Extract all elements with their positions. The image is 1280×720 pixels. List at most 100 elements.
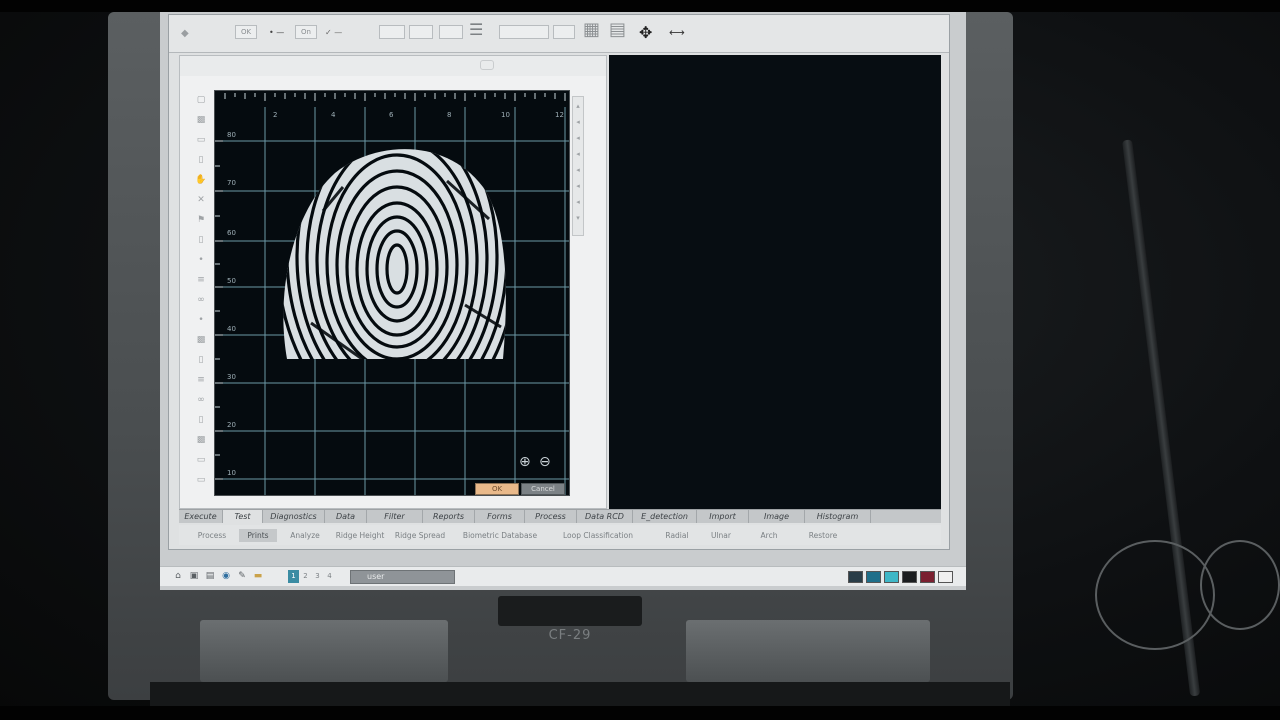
- side-tool-5-icon[interactable]: ◂: [574, 181, 582, 191]
- tray-network-icon[interactable]: [848, 571, 863, 583]
- tray-blank-icon[interactable]: [938, 571, 953, 583]
- tab-data-rcd[interactable]: Data RCD: [577, 510, 633, 523]
- tool-dot2-icon[interactable]: •: [194, 314, 208, 326]
- tool-page2-icon[interactable]: ▯: [194, 154, 208, 166]
- toolbar-field-4[interactable]: [553, 25, 575, 39]
- start-menu-icon[interactable]: ⌂: [172, 570, 184, 583]
- toolbar-field-2[interactable]: [409, 25, 433, 39]
- editor-icon[interactable]: ✎: [236, 570, 248, 583]
- subtab-analyze[interactable]: Analyze: [283, 529, 327, 542]
- tool-page5-icon[interactable]: ▯: [194, 414, 208, 426]
- zoom-out-icon[interactable]: ⊖: [539, 455, 551, 469]
- tool-page3-icon[interactable]: ▯: [194, 234, 208, 246]
- wizard-grid-icon[interactable]: ▦: [583, 21, 600, 39]
- tab-process[interactable]: Process: [525, 510, 577, 523]
- tool-page4-icon[interactable]: ▯: [194, 354, 208, 366]
- tool-hatch2-icon[interactable]: ▩: [194, 334, 208, 346]
- viewer-cancel-button[interactable]: Cancel: [521, 483, 565, 495]
- tool-page-icon[interactable]: ▭: [194, 134, 208, 146]
- subtab-prints[interactable]: Prints: [239, 529, 277, 542]
- tab-execute[interactable]: Execute: [179, 510, 223, 523]
- main-toolbar: ◆ OK • — On ✓ — ☰ ▦ ▤ ✥ ⟷: [169, 15, 949, 53]
- side-tool-2-icon[interactable]: ◂: [574, 133, 582, 143]
- tab-reports[interactable]: Reports: [423, 510, 475, 523]
- tool-flag-icon[interactable]: ⚑: [194, 214, 208, 226]
- tab-filter[interactable]: Filter: [367, 510, 423, 523]
- side-tool-3-icon[interactable]: ◂: [574, 149, 582, 159]
- desktop-pager-1[interactable]: 1: [288, 570, 299, 583]
- tool-page7-icon[interactable]: ▭: [194, 474, 208, 486]
- viewer-ok-button[interactable]: OK: [475, 483, 519, 495]
- list-icon[interactable]: ☰: [469, 22, 483, 38]
- hinge-notch: [498, 596, 642, 626]
- measure-icon[interactable]: ⟷: [669, 26, 685, 40]
- browser-icon[interactable]: ◉: [220, 570, 232, 583]
- user-task-button[interactable]: user: [350, 570, 455, 584]
- subtab-biometric-database[interactable]: Biometric Database: [457, 529, 543, 542]
- left-hinge: [200, 620, 448, 682]
- tool-hatch-icon[interactable]: ▩: [194, 114, 208, 126]
- toolbar-field-1[interactable]: [379, 25, 405, 39]
- folder-icon[interactable]: ▬: [252, 570, 264, 583]
- ruler-top: [215, 91, 569, 107]
- zoom-in-icon[interactable]: ⊕: [519, 455, 531, 469]
- grid-icon[interactable]: ▤: [609, 21, 626, 39]
- subtab-ulnar[interactable]: Ulnar: [701, 529, 741, 542]
- subtab-ridge-height[interactable]: Ridge Height: [331, 529, 389, 542]
- tool-bars2-icon[interactable]: ≡: [194, 374, 208, 386]
- tool-select-icon[interactable]: ▢: [194, 94, 208, 106]
- tab-test[interactable]: Test: [223, 510, 263, 523]
- move-arrows-icon[interactable]: ✥: [639, 25, 652, 41]
- desktop-pager-4[interactable]: 4: [324, 570, 335, 583]
- toolbar-ok-button[interactable]: OK: [235, 25, 257, 39]
- tool-page6-icon[interactable]: ▭: [194, 454, 208, 466]
- point-icon[interactable]: • —: [269, 26, 284, 40]
- panel-grip-handle[interactable]: [480, 60, 494, 70]
- tray-display-icon[interactable]: [884, 571, 899, 583]
- tab-data[interactable]: Data: [325, 510, 367, 523]
- wizard-icon[interactable]: ◆: [181, 27, 189, 41]
- comparison-pane[interactable]: [609, 55, 941, 511]
- subtab-ridge-spread[interactable]: Ridge Spread: [391, 529, 449, 542]
- scroll-down-icon[interactable]: ▾: [574, 213, 582, 223]
- tab-import[interactable]: Import: [697, 510, 749, 523]
- monitor-icon[interactable]: ▤: [204, 570, 216, 583]
- side-tool-4-icon[interactable]: ◂: [574, 165, 582, 175]
- tool-hatch3-icon[interactable]: ▩: [194, 434, 208, 446]
- subtab-radial[interactable]: Radial: [657, 529, 697, 542]
- tool-link2-icon[interactable]: ∞: [194, 394, 208, 406]
- tool-hand-icon[interactable]: ✋: [194, 174, 208, 186]
- tab-image[interactable]: Image: [749, 510, 805, 523]
- tool-bars-icon[interactable]: ≡: [194, 274, 208, 286]
- tool-cross-icon[interactable]: ✕: [194, 194, 208, 206]
- tray-app-icon[interactable]: [902, 571, 917, 583]
- tab-diagnostics[interactable]: Diagnostics: [263, 510, 325, 523]
- scroll-up-icon[interactable]: ▴: [574, 101, 582, 111]
- tray-monitor-icon[interactable]: [866, 571, 881, 583]
- tray-alert-icon[interactable]: [920, 571, 935, 583]
- subtab-loop-classification[interactable]: Loop Classification: [555, 529, 641, 542]
- toolbar-on-button[interactable]: On: [295, 25, 317, 39]
- slider-control[interactable]: [499, 25, 549, 39]
- tab-forms[interactable]: Forms: [475, 510, 525, 523]
- terminal-icon[interactable]: ▣: [188, 570, 200, 583]
- tab-e-detection[interactable]: E_detection: [633, 510, 697, 523]
- subtab-restore[interactable]: Restore: [799, 529, 847, 542]
- desktop-pager-3[interactable]: 3: [312, 570, 323, 583]
- fingerprint-viewer[interactable]: 2 4 6 8 10 12 80 70 60 50 40 30 20 10 ⊕ …: [214, 90, 570, 496]
- scene: CF-29 ◆ OK • — On ✓ — ☰ ▦ ▤ ✥ ⟷ ▢ ▩ ▭ ▯ …: [0, 0, 1280, 720]
- side-tool-1-icon[interactable]: ◂: [574, 117, 582, 127]
- subtab-arch[interactable]: Arch: [749, 529, 789, 542]
- side-tool-6-icon[interactable]: ◂: [574, 197, 582, 207]
- tool-dot-icon[interactable]: •: [194, 254, 208, 266]
- pen-tool-icon[interactable]: ✓ —: [325, 26, 342, 40]
- subtab-process[interactable]: Process: [191, 529, 233, 542]
- ruler-top-label: 4: [331, 111, 336, 119]
- ruler-left-label: 30: [227, 373, 236, 381]
- letterbox-top: [0, 0, 1280, 12]
- keyboard-edge: [150, 682, 1010, 706]
- tool-link-icon[interactable]: ∞: [194, 294, 208, 306]
- toolbar-field-3[interactable]: [439, 25, 463, 39]
- desktop-pager-2[interactable]: 2: [300, 570, 311, 583]
- tab-histogram[interactable]: Histogram: [805, 510, 871, 523]
